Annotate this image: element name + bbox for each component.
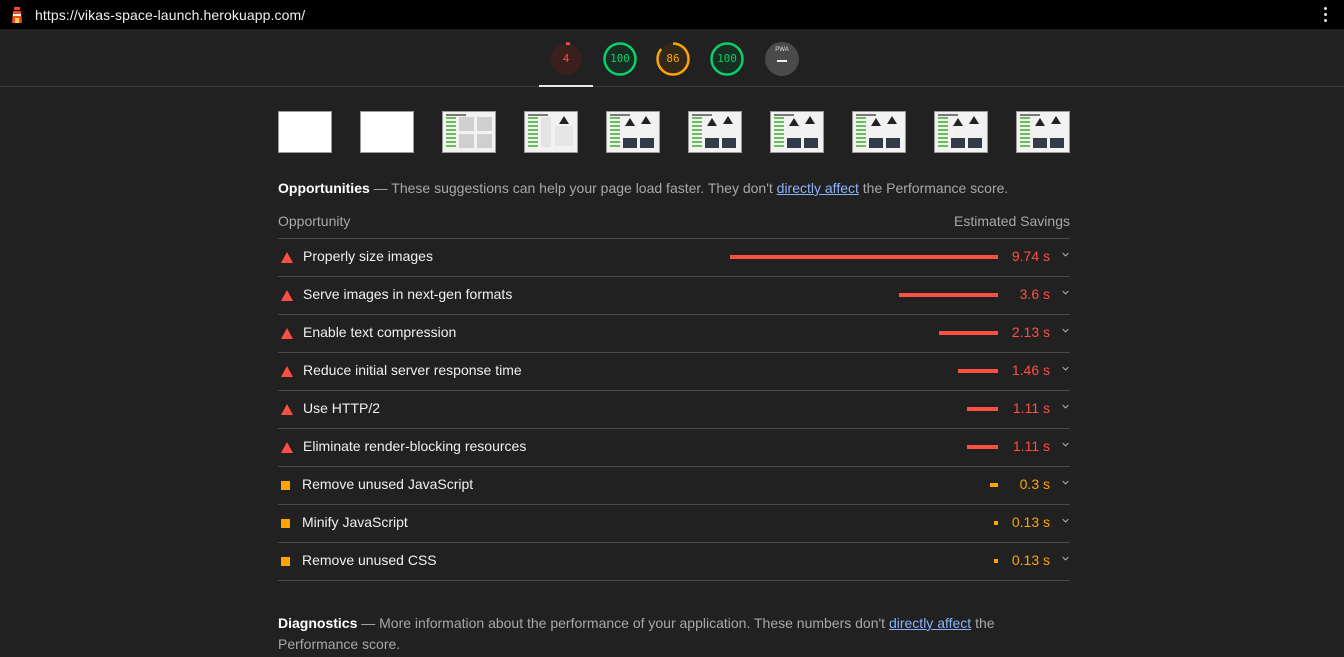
opportunity-row[interactable]: Minify JavaScript 0.13 s (278, 505, 1070, 543)
savings-value: 9.74 s (1011, 248, 1050, 264)
filmstrip-frame (524, 111, 578, 153)
savings-bar (899, 293, 998, 297)
chevron-down-icon[interactable] (1062, 441, 1069, 448)
chevron-down-icon[interactable] (1062, 517, 1069, 524)
savings-bar (967, 445, 998, 449)
filmstrip-frame (442, 111, 496, 153)
savings-value: 0.13 s (1011, 514, 1050, 530)
savings-bar (994, 521, 998, 525)
pwa-dash-icon (777, 60, 787, 62)
gauge-seo[interactable]: 100 (710, 42, 744, 76)
opportunity-title: Reduce initial server response time (303, 362, 522, 378)
filmstrip (278, 111, 1070, 153)
fail-triangle-icon (281, 328, 293, 339)
savings-bar (990, 483, 998, 487)
gauge-performance-value: 4 (562, 52, 570, 65)
filmstrip-frame (770, 111, 824, 153)
opportunity-row[interactable]: Serve images in next-gen formats 3.6 s (278, 277, 1070, 315)
opportunity-row[interactable]: Use HTTP/2 1.11 s (278, 391, 1070, 429)
gauge-accessibility-value: 100 (610, 52, 630, 65)
fail-triangle-icon (281, 442, 293, 453)
savings-value: 3.6 s (1019, 286, 1050, 302)
savings-value: 0.3 s (1019, 476, 1050, 492)
savings-bar (730, 255, 998, 259)
fail-triangle-icon (281, 366, 293, 377)
more-menu-icon[interactable] (1324, 7, 1327, 22)
savings-bar (967, 407, 998, 411)
filmstrip-frame (934, 111, 988, 153)
savings-value: 2.13 s (1011, 324, 1050, 340)
savings-bar (994, 559, 998, 563)
chevron-down-icon[interactable] (1062, 479, 1069, 486)
opportunity-title: Remove unused CSS (302, 552, 437, 568)
score-gauges-bar: 4 100 86 100 PWA (0, 29, 1344, 87)
diagnostics-intro: Diagnostics — More information about the… (278, 613, 1070, 655)
filmstrip-frame (606, 111, 660, 153)
gauge-seo-value: 100 (717, 52, 737, 65)
col-savings-header: Estimated Savings (954, 213, 1070, 229)
diagnostics-heading: Diagnostics (278, 615, 358, 631)
filmstrip-frame (1016, 111, 1070, 153)
diagnostics-directly-affect-link[interactable]: directly affect (889, 615, 971, 631)
chevron-down-icon[interactable] (1062, 327, 1069, 334)
browser-address-bar: https://vikas-space-launch.herokuapp.com… (0, 0, 1344, 29)
opportunities-table-header: Opportunity Estimated Savings (278, 211, 1070, 239)
opportunity-title: Eliminate render-blocking resources (303, 438, 527, 454)
average-square-icon (281, 481, 290, 490)
opportunity-row[interactable]: Eliminate render-blocking resources 1.11 … (278, 429, 1070, 467)
fail-triangle-icon (281, 252, 293, 263)
gauge-pwa[interactable]: PWA (765, 42, 799, 76)
opportunity-title: Properly size images (303, 248, 433, 264)
savings-value: 0.13 s (1011, 552, 1050, 568)
gauge-accessibility[interactable]: 100 (603, 42, 637, 76)
chevron-down-icon[interactable] (1062, 289, 1069, 296)
gauge-best-practices[interactable]: 86 (656, 42, 690, 76)
fail-triangle-icon (281, 290, 293, 301)
savings-value: 1.46 s (1011, 362, 1050, 378)
lighthouse-icon (12, 6, 22, 23)
opportunities-intro-tail: the Performance score. (858, 180, 1009, 196)
opportunities-heading: Opportunities (278, 180, 370, 196)
filmstrip-frame (688, 111, 742, 153)
savings-bar (939, 331, 998, 335)
filmstrip-frame (852, 111, 906, 153)
opportunities-list: Properly size images 9.74 s Serve images i… (278, 239, 1070, 581)
opportunity-row[interactable]: Enable text compression 2.13 s (278, 315, 1070, 353)
opportunities-intro-text: — These suggestions can help your page l… (369, 180, 777, 196)
gauge-performance[interactable]: 4 (549, 42, 583, 76)
page-url[interactable]: https://vikas-space-launch.herokuapp.com… (35, 7, 305, 23)
average-square-icon (281, 519, 290, 528)
savings-value: 1.11 s (1012, 400, 1050, 416)
opportunity-row[interactable]: Remove unused JavaScript 0.3 s (278, 467, 1070, 505)
opportunity-row[interactable]: Reduce initial server response time 1.46 … (278, 353, 1070, 391)
filmstrip-frame (278, 111, 332, 153)
savings-bar (958, 369, 998, 373)
opportunity-title: Remove unused JavaScript (302, 476, 474, 492)
opportunity-title: Minify JavaScript (302, 514, 408, 530)
opportunities-intro: Opportunities — These suggestions can he… (278, 178, 1070, 199)
average-square-icon (281, 557, 290, 566)
opportunity-title: Enable text compression (303, 324, 457, 340)
chevron-down-icon[interactable] (1062, 365, 1069, 372)
opportunity-title: Use HTTP/2 (303, 400, 381, 416)
opportunities-directly-affect-link[interactable]: directly affect (777, 180, 859, 196)
opportunity-row[interactable]: Properly size images 9.74 s (278, 239, 1070, 277)
opportunity-row[interactable]: Remove unused CSS 0.13 s (278, 543, 1070, 581)
savings-value: 1.11 s (1012, 438, 1050, 454)
active-gauge-indicator (539, 85, 593, 87)
chevron-down-icon[interactable] (1062, 555, 1069, 562)
chevron-down-icon[interactable] (1062, 403, 1069, 410)
filmstrip-frame (360, 111, 414, 153)
chevron-down-icon[interactable] (1062, 251, 1069, 258)
diagnostics-intro-text: — More information about the performance… (357, 615, 889, 631)
gauge-best-practices-value: 86 (666, 52, 680, 65)
col-opportunity-header: Opportunity (278, 213, 351, 229)
opportunity-title: Serve images in next-gen formats (303, 286, 513, 302)
gauge-pwa-label: PWA (775, 47, 789, 53)
fail-triangle-icon (281, 404, 293, 415)
